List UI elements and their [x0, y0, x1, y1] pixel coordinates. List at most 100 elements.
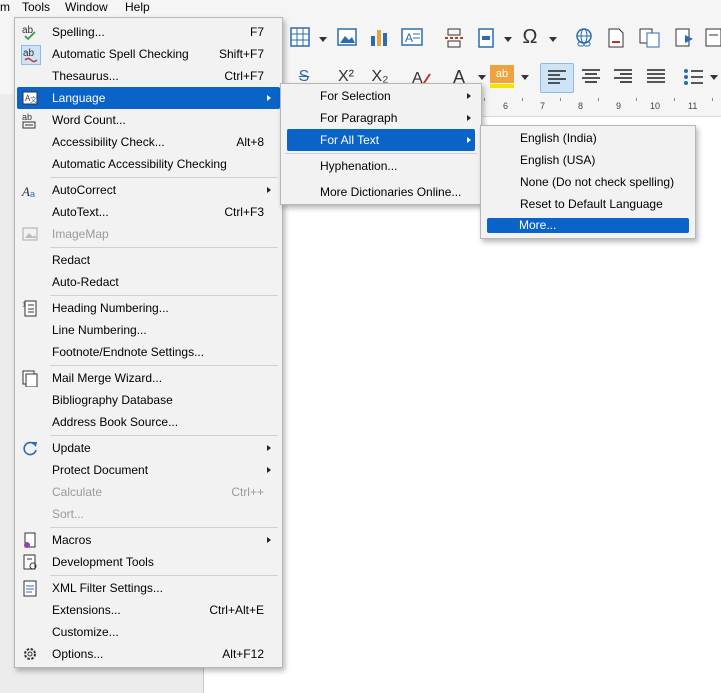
menu-item-heading-numbering[interactable]: 1 Heading Numbering...	[17, 297, 280, 319]
menu-item-more[interactable]: More...	[487, 218, 689, 233]
comment-icon[interactable]	[673, 27, 695, 49]
menu-item-calculate[interactable]: Calculate Ctrl++	[17, 481, 280, 503]
ruler-tick: 10	[650, 101, 661, 111]
menu-item-reset-to-default-language[interactable]: Reset to Default Language	[483, 193, 693, 215]
bullet-list-icon[interactable]	[681, 64, 707, 90]
menu-item-bibliography-database[interactable]: Bibliography Database	[17, 389, 280, 411]
xml-filter-icon	[23, 580, 37, 597]
ruler-tick: 11	[688, 101, 698, 111]
menu-item-for-all-text[interactable]: For All Text	[287, 129, 475, 151]
text-box-icon[interactable]: A	[401, 27, 423, 47]
svg-text:ab: ab	[23, 48, 35, 59]
svg-text:A: A	[21, 184, 30, 199]
bullet-list-dropdown-icon[interactable]	[710, 75, 718, 80]
menu-item-options[interactable]: Options... Alt+F12	[17, 643, 280, 665]
highlight-color-swatch	[490, 84, 514, 88]
menu-item-thesaurus[interactable]: Thesaurus... Ctrl+F7	[17, 65, 280, 87]
align-right-icon[interactable]	[608, 64, 638, 90]
tools-menu: ab Spelling... F7 ab Automatic Spell Che…	[14, 17, 283, 668]
menu-item-update[interactable]: Update	[17, 437, 280, 459]
menu-window[interactable]: Window	[65, 0, 108, 14]
menu-item-autotext[interactable]: AutoText... Ctrl+F3	[17, 201, 280, 223]
menu-separator	[50, 365, 278, 366]
ruler-tick: 9	[616, 101, 622, 111]
submenu-arrow-icon	[467, 93, 471, 99]
hyperlink-icon[interactable]	[573, 27, 595, 49]
menu-item-autocorrect[interactable]: Aa AutoCorrect	[17, 179, 280, 201]
menu-item-address-book-source[interactable]: Address Book Source...	[17, 411, 280, 433]
language-submenu: For Selection For Paragraph For All Text…	[280, 83, 482, 205]
menu-item-for-selection[interactable]: For Selection	[283, 85, 479, 107]
menu-help[interactable]: Help	[125, 0, 150, 14]
font-color-dropdown-icon[interactable]	[478, 75, 486, 80]
menu-item-for-paragraph[interactable]: For Paragraph	[283, 107, 479, 129]
auto-spellcheck-icon: ab	[21, 45, 41, 65]
ruler-tick: 7	[540, 101, 546, 111]
menu-item-hyphenation[interactable]: Hyphenation...	[283, 155, 479, 177]
submenu-arrow-icon	[467, 115, 471, 121]
menu-bar: m Tools Window Help	[0, 0, 721, 16]
macros-icon	[24, 532, 36, 548]
menu-separator	[50, 247, 278, 248]
gear-icon	[24, 648, 36, 660]
field-icon[interactable]	[476, 27, 496, 49]
cross-reference-icon[interactable]	[638, 27, 662, 49]
track-changes-icon[interactable]	[704, 27, 721, 49]
table-dropdown-icon[interactable]	[319, 37, 327, 42]
footnote-icon[interactable]	[606, 27, 626, 49]
align-left-icon[interactable]	[540, 63, 574, 93]
page-break-icon[interactable]	[443, 27, 465, 49]
menu-item-auto-redact[interactable]: Auto-Redact	[17, 271, 280, 293]
menu-item-line-numbering[interactable]: Line Numbering...	[17, 319, 280, 341]
align-center-icon[interactable]	[576, 64, 606, 90]
menu-item-english-usa[interactable]: English (USA)	[483, 149, 693, 171]
menu-item-english-india[interactable]: English (India)	[483, 127, 693, 149]
menu-item-macros[interactable]: Macros	[17, 529, 280, 551]
chart-icon[interactable]	[369, 27, 389, 47]
menu-item-language[interactable]: A文 Language	[17, 87, 280, 109]
menu-separator	[50, 177, 278, 178]
menu-item-xml-filter-settings[interactable]: XML Filter Settings...	[17, 577, 280, 599]
menu-item-extensions[interactable]: Extensions... Ctrl+Alt+E	[17, 599, 280, 621]
menu-item-footnote-endnote-settings[interactable]: Footnote/Endnote Settings...	[17, 341, 280, 363]
menu-item-customize[interactable]: Customize...	[17, 621, 280, 643]
menu-item-sort[interactable]: Sort...	[17, 503, 280, 525]
menu-partial-item[interactable]: m	[0, 0, 10, 14]
menu-item-mail-merge-wizard[interactable]: Mail Merge Wizard...	[17, 367, 280, 389]
menu-item-protect-document[interactable]: Protect Document	[17, 459, 280, 481]
svg-text:a: a	[30, 189, 35, 199]
menu-tools[interactable]: Tools	[22, 0, 50, 14]
menu-item-imagemap[interactable]: ImageMap	[17, 223, 280, 245]
menu-item-none-do-not-check-spelling[interactable]: None (Do not check spelling)	[483, 171, 693, 193]
ruler-tick: 6	[503, 101, 509, 111]
menu-item-more-dictionaries-online[interactable]: More Dictionaries Online...	[283, 181, 479, 203]
field-dropdown-icon[interactable]	[504, 37, 512, 42]
menu-separator	[50, 295, 278, 296]
spelling-icon: ab	[22, 25, 36, 41]
menu-item-word-count[interactable]: ab Word Count...	[17, 109, 280, 131]
menu-item-spelling[interactable]: ab Spelling... F7	[17, 21, 280, 43]
menu-separator	[50, 527, 278, 528]
image-icon[interactable]	[337, 27, 357, 47]
menu-item-automatic-spell-checking[interactable]: ab Automatic Spell Checking Shift+F7	[17, 43, 280, 65]
justify-icon[interactable]	[641, 64, 671, 90]
menu-item-redact[interactable]: Redact	[17, 249, 280, 271]
special-character-icon[interactable]: Ω	[517, 25, 543, 49]
menu-item-automatic-accessibility-checking[interactable]: Automatic Accessibility Checking	[17, 153, 280, 175]
update-icon	[23, 441, 37, 456]
highlight-dropdown-icon[interactable]	[521, 75, 529, 80]
table-icon[interactable]	[290, 27, 310, 47]
submenu-arrow-icon	[467, 137, 471, 143]
heading-numbering-icon: 1	[22, 300, 37, 317]
highlight-color-icon[interactable]: ab	[490, 65, 514, 83]
imagemap-icon	[22, 227, 38, 241]
svg-text:A: A	[405, 31, 413, 45]
special-character-dropdown-icon[interactable]	[549, 37, 557, 42]
menu-item-development-tools[interactable]: Development Tools	[17, 551, 280, 573]
svg-text:ab: ab	[22, 112, 32, 122]
for-all-text-submenu: English (India) English (USA) None (Do n…	[480, 125, 696, 239]
submenu-arrow-icon	[267, 537, 271, 543]
menu-separator	[50, 575, 278, 576]
menu-item-accessibility-check[interactable]: Accessibility Check... Alt+8	[17, 131, 280, 153]
submenu-arrow-icon	[267, 95, 271, 101]
